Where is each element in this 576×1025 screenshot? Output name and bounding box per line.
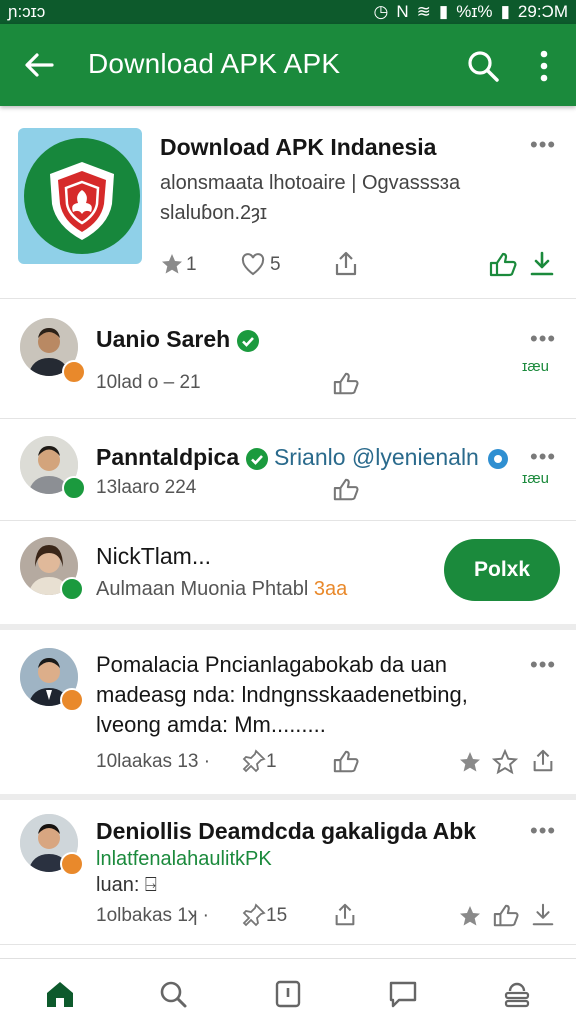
bottom-navigation (0, 958, 576, 1025)
battery-percent: %ɪ% (456, 2, 493, 21)
orange-badge-icon (60, 852, 84, 876)
search-icon[interactable] (466, 49, 500, 83)
thumbs-up-icon[interactable] (332, 476, 360, 502)
divider (0, 520, 576, 521)
post-more-icon[interactable]: ••• (530, 818, 556, 844)
follow-button-label: Polxk (473, 558, 531, 581)
app-icon[interactable] (18, 128, 142, 264)
star-outline-icon[interactable] (492, 749, 518, 775)
app-title[interactable]: Download APK Indanesia (160, 134, 436, 161)
post-meta-row: 10laakas 13 · (96, 751, 211, 772)
alarm-icon: ◷ (373, 2, 389, 21)
post-handle[interactable]: Srianlo @lyenienaln (274, 444, 479, 470)
app-version: slaluɓon.2ȝɪ (160, 202, 268, 224)
wifi-icon: ≋ (416, 2, 431, 21)
nfc-icon: N (396, 2, 409, 21)
divider (0, 298, 576, 299)
back-arrow-icon[interactable] (22, 48, 56, 82)
post-meta: 1olbakas 1ʞ (96, 905, 198, 926)
app-bar: Download APK APK (0, 24, 576, 106)
post-author[interactable]: Uanio Sareh (96, 326, 259, 353)
thumbs-up-icon[interactable] (332, 370, 360, 396)
chat-icon[interactable] (388, 979, 418, 1009)
thumbs-up-icon[interactable] (332, 748, 360, 774)
post-more-icon[interactable]: ••• (530, 652, 556, 678)
app-description: alonsmaata lhotoaire | Ogvasssɜa (160, 172, 461, 194)
page-title: Download APK APK (88, 48, 341, 79)
download-icon[interactable] (530, 902, 556, 928)
shield-icon (50, 162, 114, 240)
home-icon[interactable] (44, 979, 76, 1009)
post-body[interactable]: Pomalacia Pncianlagabokab da uan madeasg… (96, 650, 516, 740)
orange-badge-icon (62, 360, 86, 384)
pin-icon[interactable] (242, 903, 266, 927)
overflow-menu-icon[interactable] (530, 48, 558, 84)
post-more-icon[interactable]: ••• (530, 326, 556, 352)
battery-icon: ▮ (500, 2, 510, 21)
post-more-icon[interactable]: ••• (530, 444, 556, 470)
post-subtitle: Aulmaan Muonia Phtabl 3aa (96, 578, 347, 601)
divider (0, 944, 576, 945)
app-icon-circle (24, 138, 140, 254)
post-author[interactable]: Panntaldpica Srianlo @lyenienaln (96, 444, 511, 472)
section-divider (0, 794, 576, 800)
post-subtitle-text: Aulmaan Muonia Phtabl (96, 578, 309, 600)
post-meta: 13laaro 224 (96, 477, 197, 498)
post-author-name[interactable]: NickTlam... (96, 543, 211, 570)
pin-count: 1 (266, 751, 277, 772)
status-time-right: 29:ƆM (517, 2, 568, 21)
share-icon[interactable] (332, 250, 360, 278)
search-nav-icon[interactable] (158, 979, 188, 1009)
verified-icon (236, 329, 259, 352)
thumbs-up-icon[interactable] (492, 902, 520, 928)
post-side-label: ɪæu (522, 358, 550, 375)
signal-icon: ▮ (438, 2, 449, 21)
verified-icon (245, 447, 268, 470)
follow-button[interactable]: Polxk (444, 539, 560, 601)
notifications-icon[interactable] (274, 979, 302, 1009)
star-count: 1 (186, 254, 197, 275)
post-subtitle-extra: 3aa (313, 578, 348, 600)
like-count: 5 (270, 254, 281, 275)
download-icon[interactable] (528, 250, 556, 278)
post-author-name[interactable]: Uanio Sareh (96, 326, 230, 352)
post-meta: 10laakas 13 (96, 751, 199, 772)
pin-count: 15 (266, 905, 288, 926)
share-icon[interactable] (530, 748, 556, 774)
post-side-label: ɪæu (522, 470, 550, 487)
pin-icon[interactable] (242, 749, 266, 773)
section-divider (0, 624, 576, 630)
orange-badge-icon (60, 688, 84, 712)
verified-badge-icon (62, 476, 86, 500)
verified-badge-icon (60, 577, 84, 601)
post-link[interactable]: lnlatfenalahaulitkPK (96, 848, 272, 871)
post-author-name[interactable]: Panntaldpica (96, 444, 239, 470)
settings-gear-icon[interactable] (485, 446, 511, 472)
thumbs-up-icon[interactable] (488, 250, 518, 278)
post-meta: 10lad o – 21 (96, 372, 201, 393)
divider (0, 418, 576, 419)
post-meta-row: 1olbakas 1ʞ · (96, 905, 210, 926)
status-bar: ɲ:ɔɪɔ ◷ N ≋ ▮ %ɪ% ▮ 29:ƆM (0, 0, 576, 24)
profile-stack-icon[interactable] (502, 979, 532, 1009)
share-icon[interactable] (332, 902, 358, 928)
star-filled-icon[interactable] (458, 904, 482, 928)
star-filled-icon[interactable] (458, 750, 482, 774)
post-author-name[interactable]: Deniollis Deamdcda gakaligda Abk (96, 818, 476, 845)
app-more-icon[interactable]: ••• (530, 132, 556, 158)
star-icon[interactable] (160, 252, 184, 276)
heart-icon[interactable] (240, 251, 266, 277)
post-extra: luan: ⍈ (96, 874, 157, 896)
status-time-left: ɲ:ɔɪɔ (8, 2, 46, 21)
status-icons: ◷ N ≋ ▮ %ɪ% ▮ 29:ƆM (374, 2, 568, 22)
